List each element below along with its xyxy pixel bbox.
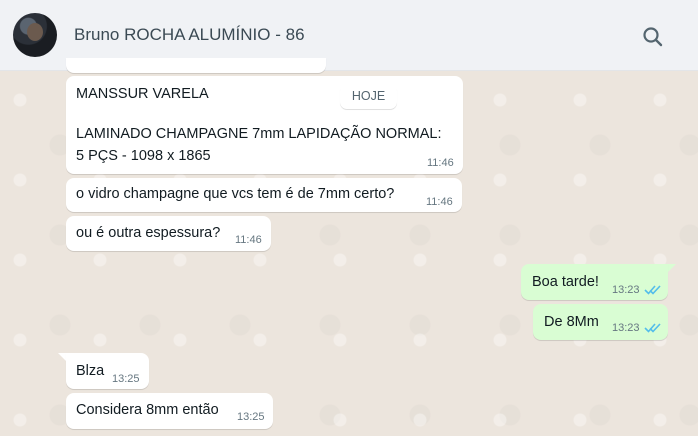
message-time: 11:46: [235, 234, 262, 246]
message-time: 13:23: [612, 322, 640, 334]
message-time: 13:25: [237, 411, 265, 423]
message-bubble-partial[interactable]: [66, 58, 326, 73]
read-ticks-icon: [644, 323, 661, 333]
message-bubble-incoming[interactable]: ou é outra espessura? 11:46: [66, 216, 271, 251]
message-bubble-outgoing[interactable]: Boa tarde! 13:23: [521, 264, 668, 300]
message-text-line: LAMINADO CHAMPAGNE 7mm LAPIDAÇÃO NORMAL:: [76, 126, 442, 142]
message-text: o vidro champagne que vcs tem é de 7mm c…: [76, 186, 395, 202]
message-text: Considera 8mm então: [76, 402, 219, 418]
message-bubble-incoming[interactable]: Blza 13:25: [66, 353, 149, 389]
message-text: De 8Mm: [544, 314, 599, 330]
message-text-line: 5 PÇS - 1098 x 1865: [76, 148, 211, 164]
chat-title[interactable]: Bruno ROCHA ALUMÍNIO - 86: [74, 25, 305, 45]
search-icon[interactable]: [640, 24, 666, 50]
message-text: Blza: [76, 363, 105, 379]
message-bubble-incoming[interactable]: MANSSUR VARELA LAMINADO CHAMPAGNE 7mm LA…: [66, 76, 463, 174]
message-time: 11:46: [427, 157, 454, 169]
message-text-line: MANSSUR VARELA: [76, 86, 209, 102]
bubble-tail: [58, 353, 66, 361]
message-text: ou é outra espessura?: [76, 225, 221, 241]
message-bubble-outgoing[interactable]: De 8Mm 13:23: [533, 304, 668, 340]
contact-avatar[interactable]: [13, 13, 57, 57]
message-bubble-incoming[interactable]: Considera 8mm então 13:25: [66, 393, 273, 429]
message-time: 13:23: [612, 284, 640, 296]
date-separator: HOJE: [340, 84, 397, 109]
message-bubble-incoming[interactable]: o vidro champagne que vcs tem é de 7mm c…: [66, 178, 462, 212]
message-time: 13:25: [112, 373, 140, 385]
bubble-tail: [668, 264, 676, 272]
message-time: 11:46: [426, 196, 453, 208]
read-ticks-icon: [644, 285, 661, 295]
message-text: Boa tarde!: [532, 274, 599, 290]
